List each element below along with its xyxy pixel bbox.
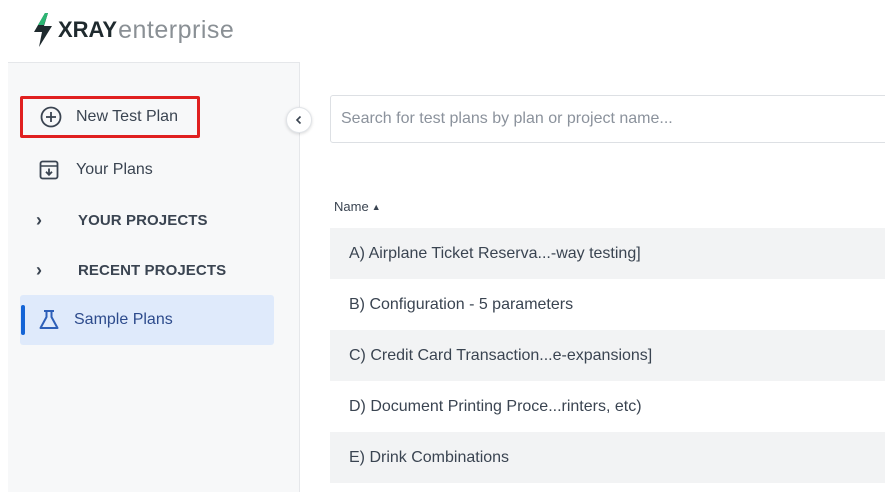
name-column-header[interactable]: Name ▲ [334, 199, 381, 214]
plan-row[interactable]: D) Document Printing Proce...rinters, et… [330, 381, 885, 432]
plan-row[interactable]: B) Configuration - 5 parameters [330, 279, 885, 330]
plan-row[interactable]: E) Drink Combinations [330, 432, 885, 483]
plans-list: A) Airplane Ticket Reserva...-way testin… [330, 228, 885, 483]
plan-row[interactable]: C) Credit Card Transaction...e-expansion… [330, 330, 885, 381]
plan-name: B) Configuration - 5 parameters [349, 295, 574, 313]
xray-logo[interactable]: XRAY enterprise [32, 10, 234, 50]
sidebar-item-your-plans[interactable]: Your Plans [20, 146, 274, 194]
your-plans-label: Your Plans [76, 161, 153, 178]
archive-icon [36, 157, 62, 183]
active-indicator [21, 305, 25, 335]
plus-circle-icon [38, 104, 64, 130]
sidebar-section-recent-projects[interactable]: › RECENT PROJECTS [20, 246, 274, 294]
bolt-icon [34, 13, 52, 47]
app-header: XRAY enterprise [0, 0, 885, 62]
chevron-right-icon: › [36, 259, 43, 280]
chevron-right-icon: › [36, 209, 43, 230]
new-test-plan-button[interactable]: New Test Plan [20, 96, 200, 138]
plan-name: E) Drink Combinations [349, 448, 510, 466]
sidebar-section-your-projects[interactable]: › YOUR PROJECTS [20, 196, 274, 244]
search-input[interactable] [330, 95, 885, 143]
logo-brand: XRAY [58, 17, 118, 42]
recent-projects-label: RECENT PROJECTS [78, 261, 227, 279]
sidebar: New Test Plan Your Plans › YOUR PROJECTS… [8, 62, 300, 492]
logo-suffix: enterprise [118, 15, 235, 44]
new-test-plan-label: New Test Plan [76, 108, 178, 125]
sidebar-item-sample-plans[interactable]: Sample Plans [20, 295, 274, 345]
plan-name: D) Document Printing Proce...rinters, et… [349, 397, 642, 415]
flask-icon [36, 307, 62, 333]
main-content: Name ▲ A) Airplane Ticket Reserva...-way… [301, 62, 885, 492]
your-projects-label: YOUR PROJECTS [78, 211, 208, 229]
sort-ascending-icon: ▲ [371, 201, 381, 212]
plan-row[interactable]: A) Airplane Ticket Reserva...-way testin… [330, 228, 885, 279]
plan-name: A) Airplane Ticket Reserva...-way testin… [349, 244, 641, 262]
plan-name: C) Credit Card Transaction...e-expansion… [349, 346, 653, 364]
sample-plans-label: Sample Plans [74, 311, 173, 328]
name-column-label: Name [334, 199, 369, 214]
